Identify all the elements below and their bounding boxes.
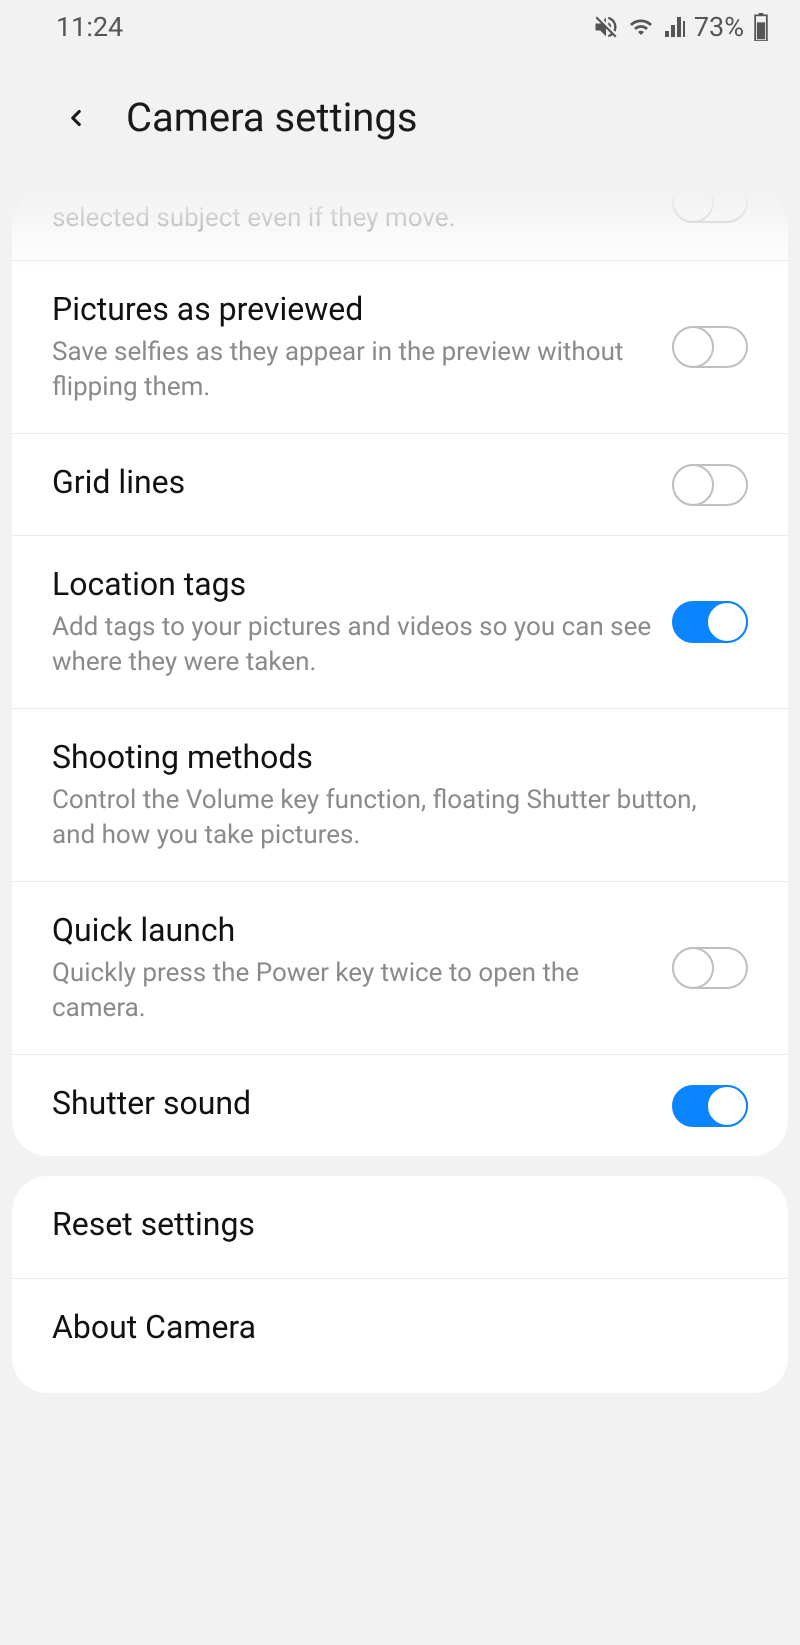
setting-title: Quick launch [52,910,652,952]
battery-icon [752,13,770,41]
setting-title: Grid lines [52,462,652,504]
setting-title: Shutter sound [52,1083,652,1125]
wifi-icon [626,15,656,39]
setting-tracking-af[interactable]: selected subject even if they move. [12,191,788,261]
status-icons: 73% [592,11,770,43]
setting-desc: Control the Volume key function, floatin… [52,783,728,853]
setting-desc: Add tags to your pictures and videos so … [52,610,652,680]
setting-reset[interactable]: Reset settings [12,1176,788,1279]
setting-title: Pictures as previewed [52,289,652,331]
toggle-grid-lines[interactable] [672,464,748,506]
status-bar: 11:24 73% [0,0,800,54]
settings-card-main: selected subject even if they move. Pict… [12,191,788,1156]
setting-title: About Camera [52,1307,728,1349]
setting-location-tags[interactable]: Location tags Add tags to your pictures … [12,536,788,709]
setting-shutter-sound[interactable]: Shutter sound [12,1055,788,1157]
setting-shooting-methods[interactable]: Shooting methods Control the Volume key … [12,709,788,882]
toggle-location-tags[interactable] [672,601,748,643]
setting-desc: Quickly press the Power key twice to ope… [52,956,652,1026]
battery-percentage: 73% [694,11,744,43]
setting-title: Reset settings [52,1204,728,1246]
setting-quick-launch[interactable]: Quick launch Quickly press the Power key… [12,882,788,1055]
toggle-tracking-af[interactable] [672,191,748,223]
mute-icon [592,13,620,41]
settings-card-footer: Reset settings About Camera [12,1176,788,1392]
setting-title: Shooting methods [52,737,728,779]
page-title: Camera settings [126,94,417,141]
signal-icon [662,15,688,39]
app-header: Camera settings [0,54,800,191]
back-button[interactable] [56,98,96,138]
setting-pictures-as-previewed[interactable]: Pictures as previewed Save selfies as th… [12,261,788,434]
setting-grid-lines[interactable]: Grid lines [12,434,788,537]
toggle-shutter-sound[interactable] [672,1085,748,1127]
setting-desc: Save selfies as they appear in the previ… [52,335,652,405]
toggle-pictures-as-previewed[interactable] [672,326,748,368]
setting-title: Location tags [52,564,652,606]
setting-desc: selected subject even if they move. [52,201,652,236]
status-time: 11:24 [56,11,123,43]
toggle-quick-launch[interactable] [672,947,748,989]
chevron-left-icon [63,98,89,138]
setting-about[interactable]: About Camera [12,1279,788,1393]
